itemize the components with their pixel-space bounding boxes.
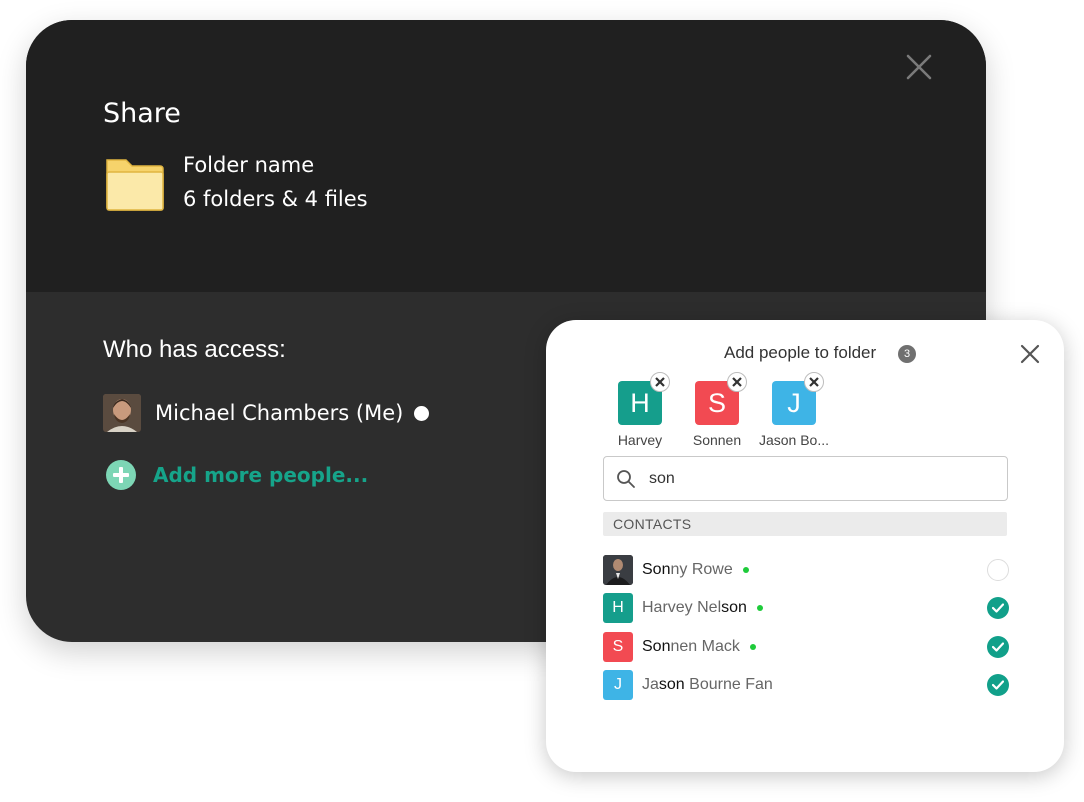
plus-icon [106,460,136,490]
owner-row: Michael Chambers (Me) [103,394,430,432]
search-field[interactable] [603,456,1008,501]
selected-count-badge: 3 [898,345,916,363]
check-icon[interactable] [987,597,1009,619]
panel-title: Add people to folder [724,343,877,362]
contact-row-sonny-rowe[interactable]: Sonny Rowe [603,555,1011,585]
selected-chip: J Jason Bo... [754,372,834,448]
avatar [603,555,633,585]
remove-chip-icon[interactable] [804,372,824,392]
remove-chip-icon[interactable] [650,372,670,392]
avatar: J [603,670,633,700]
contact-row-harvey-nelson[interactable]: H Harvey Nelson [603,593,1011,623]
avatar: S [603,632,633,662]
check-icon[interactable] [987,636,1009,658]
add-more-people-button[interactable]: Add more people... [106,460,368,490]
share-header-section [26,20,986,292]
contact-name: Jason Bourne Fan [642,676,773,693]
folder-icon [104,156,166,212]
contact-name: Sonnen Mack [642,638,740,655]
avatar: H [603,593,633,623]
contacts-header: CONTACTS [603,512,1007,536]
folder-summary: 6 folders & 4 files [183,187,368,211]
chip-label: Sonnen [692,432,742,448]
contact-name: Harvey Nelson [642,599,747,616]
chip-label: Jason Bo... [758,432,830,448]
share-title: Share [103,98,181,129]
selected-chip: H Harvey [600,372,680,448]
online-status-dot [749,644,756,650]
online-status-dot [742,567,749,573]
contact-row-sonnen-mack[interactable]: S Sonnen Mack [603,632,1011,662]
remove-chip-icon[interactable] [727,372,747,392]
status-dot [414,405,430,421]
search-icon [616,469,636,489]
check-icon[interactable] [987,674,1009,696]
online-status-dot [756,605,763,611]
close-icon[interactable] [1019,343,1041,365]
contact-row-jason-bourne-fan[interactable]: J Jason Bourne Fan [603,670,1011,700]
select-checkbox[interactable] [987,559,1009,581]
search-input[interactable] [649,468,989,490]
add-people-panel: Add people to folder 3 H Harvey S Sonnen… [546,320,1064,772]
chip-label: Harvey [617,432,663,448]
owner-name: Michael Chambers (Me) [155,401,404,425]
avatar [103,394,141,432]
contact-name: Sonny Rowe [642,561,733,578]
access-heading: Who has access: [103,336,286,363]
folder-name: Folder name [183,153,315,177]
add-more-label: Add more people... [153,463,369,487]
close-icon[interactable] [902,50,936,84]
selected-chip: S Sonnen [677,372,757,448]
